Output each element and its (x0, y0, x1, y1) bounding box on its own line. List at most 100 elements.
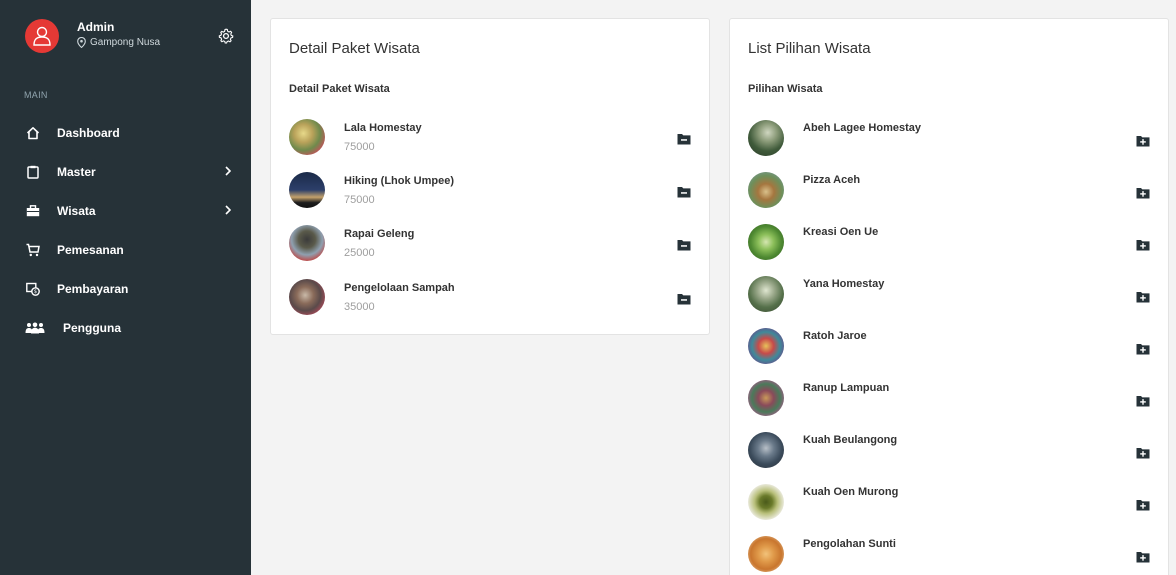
sidebar-section-label: MAIN (24, 90, 48, 100)
item-thumbnail (748, 536, 784, 572)
folder-add-icon (1136, 136, 1150, 147)
chevron-right-icon (223, 165, 233, 177)
chevron-right-icon (223, 204, 233, 216)
item-thumbnail (748, 172, 784, 208)
item-name: Kreasi Oen Ue (803, 226, 879, 238)
item-thumbnail (748, 380, 784, 416)
sidebar-item-label: Wisata (57, 203, 96, 218)
add-item-button[interactable] (1136, 186, 1150, 199)
list-item: Yana Homestay (748, 276, 1153, 316)
add-item-button[interactable] (1136, 134, 1150, 147)
item-thumbnail (748, 224, 784, 260)
folder-remove-icon (677, 134, 691, 145)
item-thumbnail (289, 172, 325, 208)
item-thumbnail (748, 432, 784, 468)
list-item: Kuah Beulangong (748, 432, 1153, 472)
sidebar-item-pemesanan[interactable]: Pemesanan (0, 230, 251, 269)
item-name: Pengolahan Sunti (803, 538, 896, 550)
card-subtitle: Pilihan Wisata (748, 83, 823, 95)
item-name: Abeh Lagee Homestay (803, 122, 921, 134)
cart-icon (25, 242, 41, 258)
item-price: 25000 (344, 247, 375, 259)
list-item: Pizza Aceh (748, 172, 1153, 212)
remove-item-button[interactable] (677, 185, 691, 198)
item-thumbnail (289, 279, 325, 315)
sidebar: Admin Gampong Nusa MAIN Dashboard Master… (0, 0, 251, 575)
folder-add-icon (1136, 344, 1150, 355)
item-price: 35000 (344, 301, 375, 313)
sidebar-item-pengguna[interactable]: Pengguna (0, 308, 251, 347)
profile-name: Admin (77, 20, 115, 34)
list-item: Rapai Geleng 25000 (289, 225, 694, 265)
folder-remove-icon (677, 240, 691, 251)
sidebar-item-label: Master (57, 164, 96, 179)
list-item: Pengolahan Sunti (748, 536, 1153, 575)
item-name: Ranup Lampuan (803, 382, 890, 394)
list-item: Abeh Lagee Homestay (748, 120, 1153, 160)
remove-item-button[interactable] (677, 238, 691, 251)
add-item-button[interactable] (1136, 498, 1150, 511)
item-thumbnail (748, 276, 784, 312)
item-thumbnail (289, 225, 325, 261)
clipboard-icon (25, 164, 41, 180)
sidebar-item-master[interactable]: Master (0, 152, 251, 191)
sidebar-item-label: Pemesanan (57, 242, 124, 257)
sidebar-item-wisata[interactable]: Wisata (0, 191, 251, 230)
item-name: Pizza Aceh (803, 174, 861, 186)
list-item: Ranup Lampuan (748, 380, 1153, 420)
add-item-button[interactable] (1136, 290, 1150, 303)
folder-remove-icon (677, 294, 691, 305)
list-item: Kuah Oen Murong (748, 484, 1153, 524)
list-item: Lala Homestay 75000 (289, 119, 694, 159)
folder-add-icon (1136, 448, 1150, 459)
list-pilihan-card: List Pilihan Wisata Pilihan Wisata Abeh … (729, 18, 1169, 575)
folder-add-icon (1136, 292, 1150, 303)
item-name: Rapai Geleng (344, 228, 415, 240)
folder-add-icon (1136, 552, 1150, 563)
profile-location-text: Gampong Nusa (90, 37, 161, 48)
item-thumbnail (748, 120, 784, 156)
briefcase-icon (25, 203, 41, 219)
folder-add-icon (1136, 396, 1150, 407)
item-name: Lala Homestay (344, 122, 422, 134)
payment-icon: $ (25, 281, 41, 297)
gear-icon (218, 28, 234, 44)
item-thumbnail (748, 328, 784, 364)
folder-add-icon (1136, 240, 1150, 251)
list-item: Hiking (Lhok Umpee) 75000 (289, 172, 694, 212)
item-name: Kuah Oen Murong (803, 486, 899, 498)
add-item-button[interactable] (1136, 342, 1150, 355)
sidebar-item-label: Pembayaran (57, 281, 129, 296)
item-name: Yana Homestay (803, 278, 885, 290)
card-subtitle: Detail Paket Wisata (289, 83, 390, 95)
add-item-button[interactable] (1136, 550, 1150, 563)
remove-item-button[interactable] (677, 292, 691, 305)
user-icon (33, 26, 51, 46)
item-thumbnail (289, 119, 325, 155)
svg-text:$: $ (34, 289, 37, 295)
sidebar-nav: Dashboard Master Wisata Pemesanan $ Pemb… (0, 113, 251, 347)
remove-item-button[interactable] (677, 132, 691, 145)
item-name: Pengelolaan Sampah (344, 282, 455, 294)
folder-remove-icon (677, 187, 691, 198)
users-icon (25, 320, 45, 336)
card-title: List Pilihan Wisata (748, 40, 871, 57)
avatar[interactable] (25, 19, 59, 53)
list-item: Kreasi Oen Ue (748, 224, 1153, 264)
add-item-button[interactable] (1136, 394, 1150, 407)
card-title: Detail Paket Wisata (289, 40, 420, 57)
item-thumbnail (748, 484, 784, 520)
item-price: 75000 (344, 194, 375, 206)
location-pin-icon (77, 37, 86, 48)
profile-location: Gampong Nusa (77, 37, 160, 48)
add-item-button[interactable] (1136, 446, 1150, 459)
sidebar-item-label: Dashboard (57, 125, 120, 140)
list-item: Ratoh Jaroe (748, 328, 1153, 368)
sidebar-item-dashboard[interactable]: Dashboard (0, 113, 251, 152)
settings-button[interactable] (217, 27, 235, 45)
item-name: Kuah Beulangong (803, 434, 898, 446)
home-icon (25, 125, 41, 141)
detail-paket-card: Detail Paket Wisata Detail Paket Wisata … (270, 18, 710, 335)
add-item-button[interactable] (1136, 238, 1150, 251)
sidebar-item-pembayaran[interactable]: $ Pembayaran (0, 269, 251, 308)
